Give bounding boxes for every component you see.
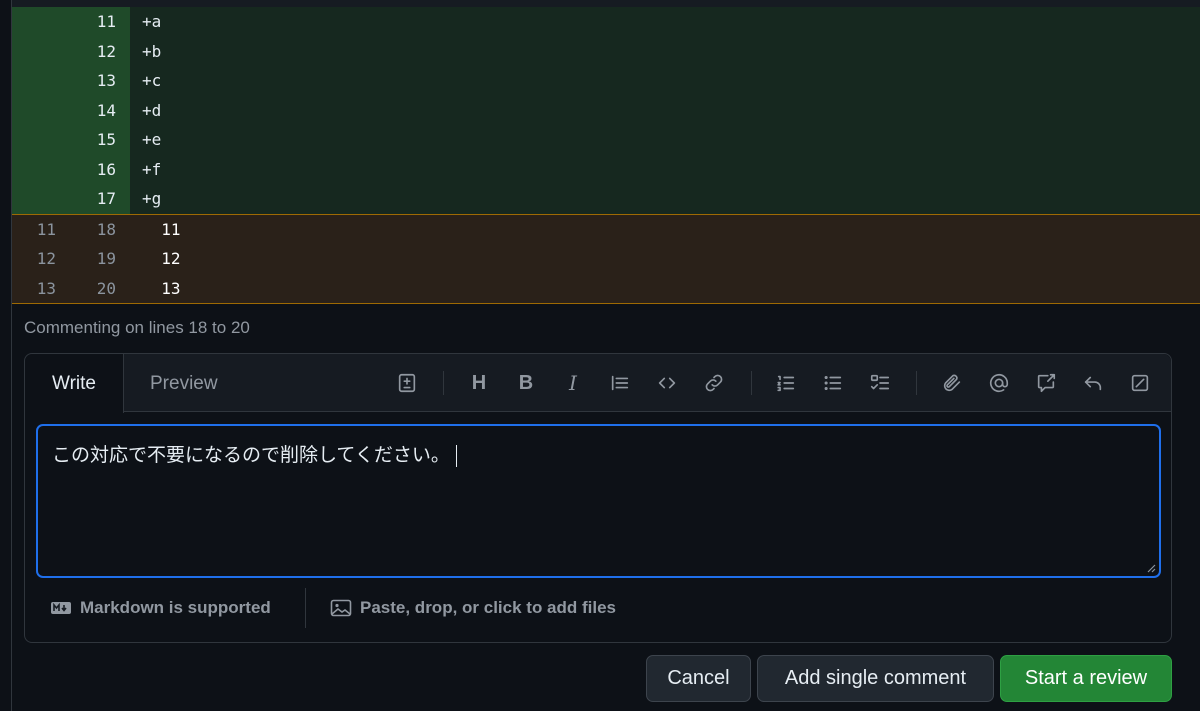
old-line-number	[12, 7, 72, 37]
footer-divider	[305, 588, 306, 628]
text-caret	[455, 444, 457, 467]
code-line: + d	[130, 95, 1200, 125]
new-line-number[interactable]: 15	[72, 125, 130, 155]
link-icon[interactable]	[699, 366, 729, 400]
new-line-number[interactable]: 12	[72, 36, 130, 66]
old-line-number[interactable]: 13	[12, 274, 72, 304]
new-line-number[interactable]: 13	[72, 66, 130, 96]
new-line-number[interactable]: 19	[72, 244, 130, 274]
cross-reference-icon[interactable]	[1031, 366, 1061, 400]
toolbar-divider	[443, 371, 444, 395]
selected-lines: 11 18 11 12 19 12 13 20 13	[12, 213, 1200, 304]
new-line-number[interactable]: 14	[72, 95, 130, 125]
code-text: f	[151, 159, 162, 179]
diff-sign: +	[142, 130, 152, 150]
code-text: 13	[161, 278, 181, 298]
quote-icon[interactable]	[605, 366, 635, 400]
diff-row-context[interactable]: 12 19 12	[12, 244, 1200, 274]
old-line-number	[12, 184, 72, 214]
new-line-number[interactable]: 18	[72, 215, 130, 245]
markdown-icon	[51, 602, 71, 614]
attach-icon[interactable]	[937, 366, 967, 400]
code-line: + a	[130, 7, 1200, 37]
code-text: d	[151, 100, 162, 120]
code-line: + e	[130, 125, 1200, 155]
code-text: 11	[161, 219, 181, 239]
old-line-number[interactable]: 12	[12, 244, 72, 274]
cancel-button[interactable]: Cancel	[646, 655, 751, 702]
tab-preview[interactable]: Preview	[150, 354, 218, 413]
resize-handle-icon[interactable]	[1146, 563, 1156, 573]
diff-row-context[interactable]: 11 18 11	[12, 214, 1200, 245]
old-line-number	[12, 125, 72, 155]
fullscreen-icon[interactable]	[1125, 366, 1155, 400]
commenting-label: Commenting on lines 18 to 20	[24, 318, 250, 337]
diff-sign: +	[142, 100, 152, 120]
bold-icon[interactable]: B	[511, 366, 541, 400]
old-line-number	[12, 95, 72, 125]
comment-text: この対応で不要になるので削除してください。	[52, 445, 450, 466]
diff-row-context[interactable]: 13 20 13	[12, 273, 1200, 304]
old-line-number	[12, 154, 72, 184]
italic-icon[interactable]: I	[558, 366, 588, 400]
diff-view: 11 + a 12 + b 13 + c 14 + d 15 + e 16 + …	[12, 7, 1200, 304]
ordered-list-icon[interactable]	[771, 366, 801, 400]
add-single-comment-button[interactable]: Add single comment	[757, 655, 994, 702]
diff-icon[interactable]	[392, 366, 422, 400]
diff-row-added[interactable]: 13 + c	[12, 66, 1200, 96]
task-list-icon[interactable]	[865, 366, 895, 400]
code-icon[interactable]	[652, 366, 682, 400]
comment-textarea[interactable]: この対応で不要になるので削除してください。	[36, 424, 1161, 578]
code-text: g	[151, 189, 162, 209]
code-line: 12	[130, 244, 1200, 274]
add-files-button[interactable]: Paste, drop, or click to add files	[330, 586, 616, 630]
heading-icon[interactable]: H	[464, 366, 494, 400]
new-line-number[interactable]: 20	[72, 274, 130, 304]
old-line-number[interactable]: 11	[12, 215, 72, 245]
diff-row-added[interactable]: 14 + d	[12, 95, 1200, 125]
mention-icon[interactable]	[984, 366, 1014, 400]
unordered-list-icon[interactable]	[818, 366, 848, 400]
editor-header: Write Preview H B I	[25, 354, 1171, 413]
reply-icon[interactable]	[1078, 366, 1108, 400]
diff-sign: +	[142, 71, 152, 91]
markdown-label: Markdown is supported	[80, 598, 271, 617]
diff-sign: +	[142, 12, 152, 32]
code-text: b	[151, 41, 162, 61]
comment-editor: Write Preview H B I この対応で不要になるので削除してください…	[24, 353, 1172, 643]
old-line-number	[12, 66, 72, 96]
code-text: c	[151, 71, 162, 91]
code-line: + c	[130, 66, 1200, 96]
top-band	[12, 0, 1200, 7]
diff-sign: +	[142, 159, 152, 179]
new-line-number[interactable]: 11	[72, 7, 130, 37]
add-files-label: Paste, drop, or click to add files	[360, 598, 617, 617]
diff-sign: +	[142, 41, 152, 61]
code-line: + f	[130, 154, 1200, 184]
editor-footer: Markdown is supported Paste, drop, or cl…	[25, 586, 1171, 630]
new-line-number[interactable]: 16	[72, 154, 130, 184]
toolbar-divider	[751, 371, 752, 395]
code-line: + g	[130, 184, 1200, 214]
code-line: + b	[130, 36, 1200, 66]
left-gutter-strip	[0, 0, 12, 711]
code-line: 13	[130, 274, 1200, 304]
code-text: a	[151, 12, 162, 32]
diff-row-added[interactable]: 16 + f	[12, 154, 1200, 184]
code-line: 11	[130, 215, 1200, 245]
diff-row-added[interactable]: 11 + a	[12, 7, 1200, 37]
diff-row-added[interactable]: 17 + g	[12, 184, 1200, 214]
code-text: 12	[161, 249, 181, 269]
code-text: e	[151, 130, 162, 150]
markdown-hint[interactable]: Markdown is supported	[50, 586, 271, 630]
start-review-button[interactable]: Start a review	[1000, 655, 1172, 702]
old-line-number	[12, 36, 72, 66]
diff-row-added[interactable]: 15 + e	[12, 125, 1200, 155]
tab-write[interactable]: Write	[25, 354, 124, 413]
new-line-number[interactable]: 17	[72, 184, 130, 214]
toolbar-divider	[916, 371, 917, 395]
image-icon	[330, 599, 352, 617]
diff-row-added[interactable]: 12 + b	[12, 36, 1200, 66]
diff-sign: +	[142, 189, 152, 209]
